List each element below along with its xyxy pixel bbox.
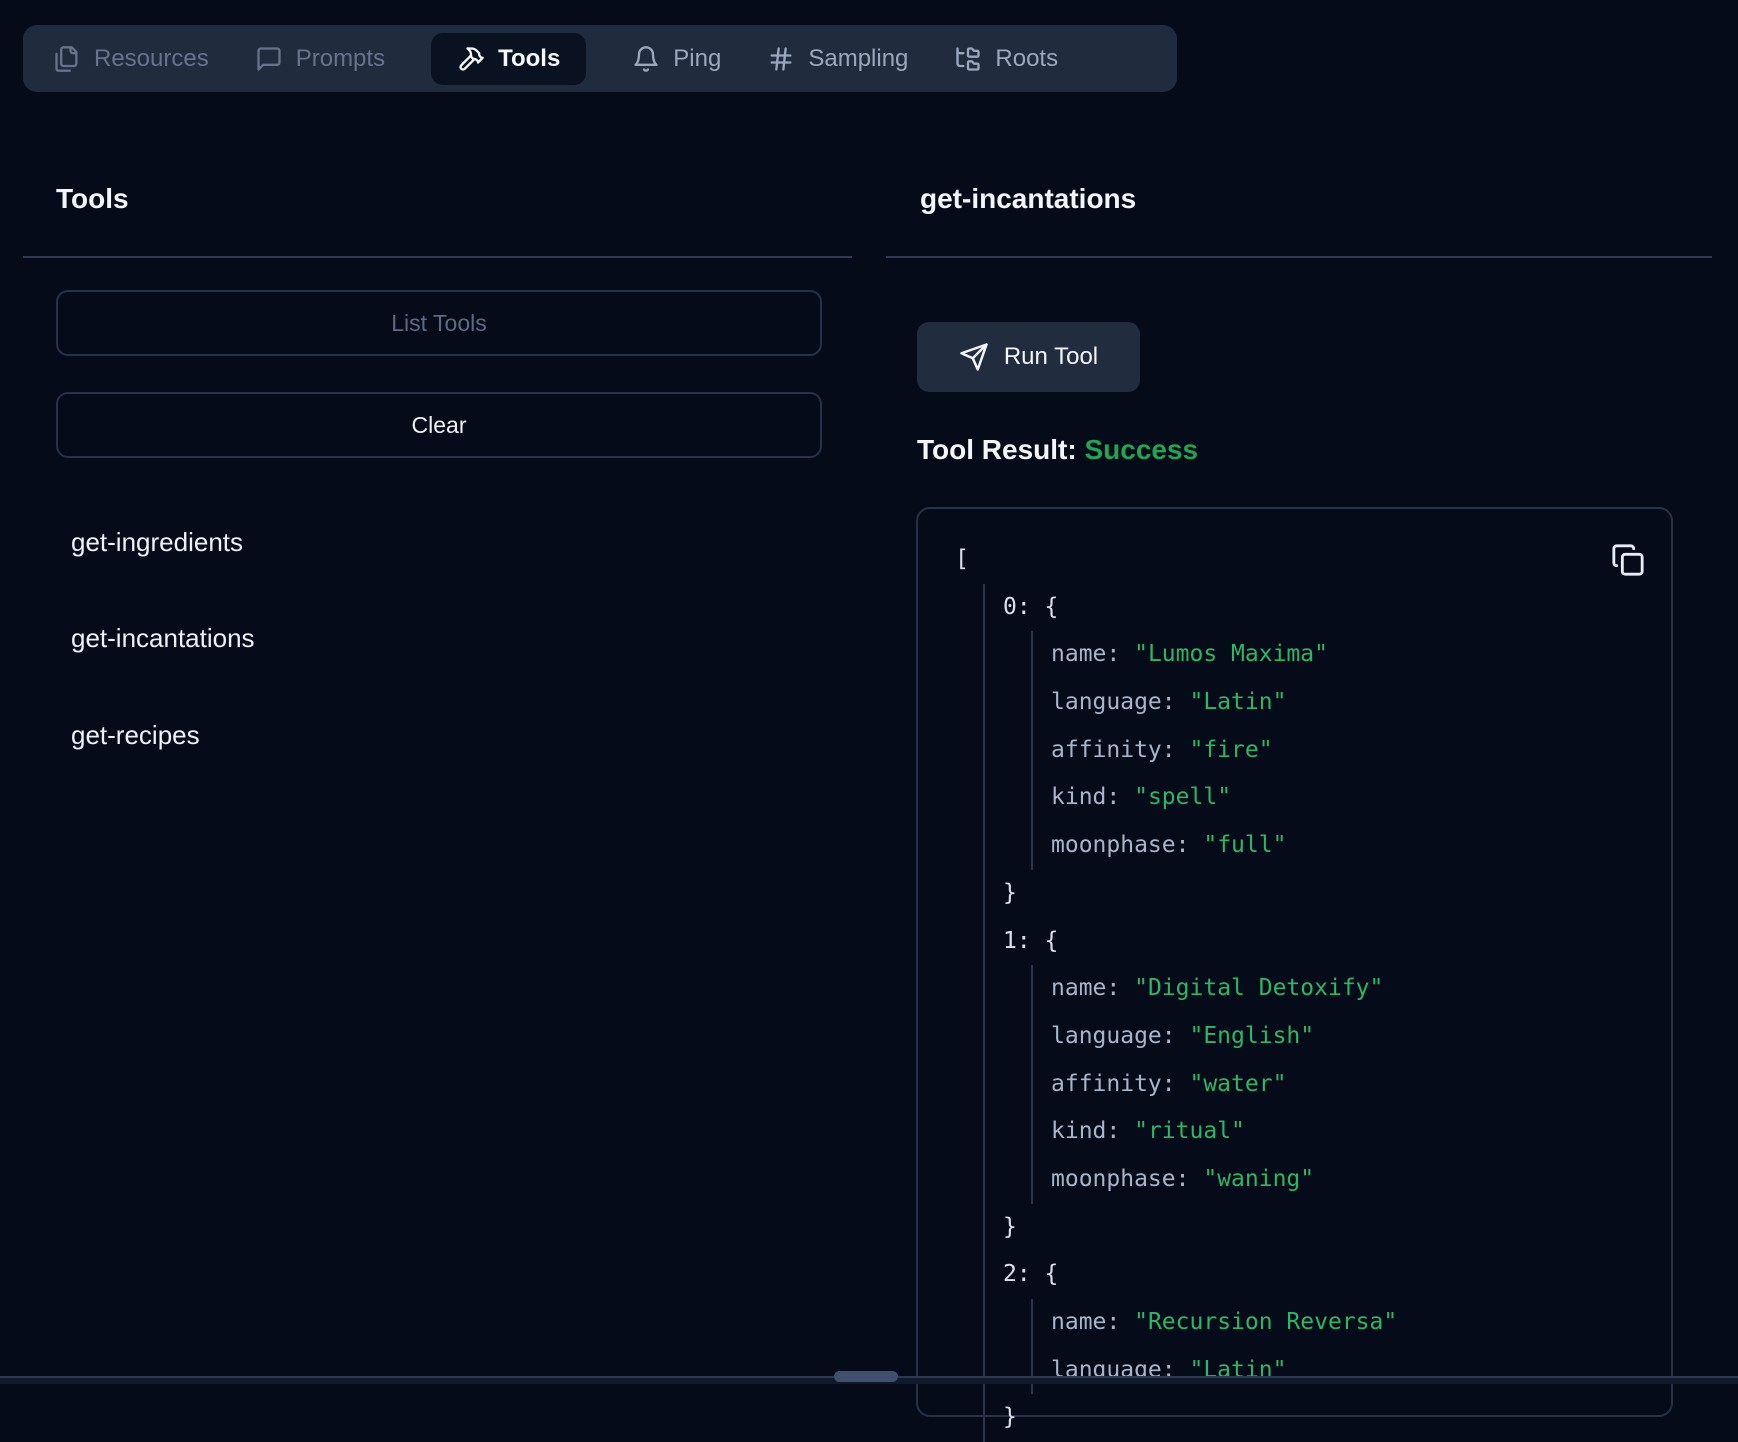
json-row: 1: {	[1003, 918, 1651, 966]
tab-resources[interactable]: Resources	[53, 45, 209, 73]
tab-label: Sampling	[808, 45, 908, 73]
hash-icon	[767, 45, 795, 73]
right-panel-divider	[886, 256, 1712, 258]
json-row: name: "Lumos Maxima"	[1051, 631, 1651, 679]
tab-label: Roots	[995, 45, 1058, 73]
json-row: language: "English"	[1051, 1013, 1651, 1061]
json-row: }	[1003, 1204, 1651, 1252]
json-row: moonphase: "full"	[1051, 822, 1651, 870]
json-row: [	[955, 536, 1651, 584]
left-panel-title: Tools	[56, 182, 129, 216]
main-nav: Resources Prompts Tools Ping	[23, 25, 1177, 92]
tool-result-line: Tool Result: Success	[917, 434, 1198, 466]
tool-list-item-get-incantations[interactable]: get-incantations	[71, 622, 255, 654]
tab-label: Prompts	[296, 45, 385, 73]
tab-prompts[interactable]: Prompts	[255, 45, 385, 73]
bottom-bar	[0, 1376, 1738, 1384]
json-row: affinity: "water"	[1051, 1061, 1651, 1109]
json-row: kind: "spell"	[1051, 774, 1651, 822]
tool-result-status: Success	[1084, 434, 1198, 465]
tab-sampling[interactable]: Sampling	[767, 45, 908, 73]
hammer-icon	[457, 45, 485, 73]
run-tool-button[interactable]: Run Tool	[917, 322, 1140, 392]
tool-list-item-get-recipes[interactable]: get-recipes	[71, 719, 200, 751]
tab-roots[interactable]: Roots	[954, 45, 1058, 73]
json-row: }	[1003, 1394, 1651, 1442]
json-row: language: "Latin"	[1051, 679, 1651, 727]
json-row: 2: {	[1003, 1251, 1651, 1299]
tab-label: Resources	[94, 45, 209, 73]
json-row: kind: "ritual"	[1051, 1108, 1651, 1156]
clear-button[interactable]: Clear	[56, 392, 822, 458]
left-panel-divider	[23, 256, 852, 258]
tab-label: Ping	[673, 45, 721, 73]
tab-label: Tools	[498, 45, 560, 73]
send-icon	[959, 342, 989, 372]
json-row: 0: {	[1003, 584, 1651, 632]
bell-icon	[632, 45, 660, 73]
json-row: }	[1003, 870, 1651, 918]
json-tree: [0: {name: "Lumos Maxima"language: "Lati…	[955, 536, 1651, 1442]
panel-resize-handle[interactable]	[834, 1371, 898, 1382]
run-tool-label: Run Tool	[1004, 343, 1098, 371]
json-row: name: "Digital Detoxify"	[1051, 965, 1651, 1013]
json-row: name: "Recursion Reversa"	[1051, 1299, 1651, 1347]
list-tools-button[interactable]: List Tools	[56, 290, 822, 356]
json-row: moonphase: "waning"	[1051, 1156, 1651, 1204]
json-row: affinity: "fire"	[1051, 727, 1651, 775]
folder-tree-icon	[954, 45, 982, 73]
tool-result-box: [0: {name: "Lumos Maxima"language: "Lati…	[916, 507, 1673, 1417]
json-row: language: "Latin"	[1051, 1347, 1651, 1395]
tool-result-label: Tool Result:	[917, 434, 1077, 465]
message-square-icon	[255, 45, 283, 73]
right-panel-title: get-incantations	[920, 182, 1136, 216]
tool-list-item-get-ingredients[interactable]: get-ingredients	[71, 526, 243, 558]
tab-tools[interactable]: Tools	[431, 33, 586, 85]
tab-ping[interactable]: Ping	[632, 45, 721, 73]
files-icon	[53, 45, 81, 73]
